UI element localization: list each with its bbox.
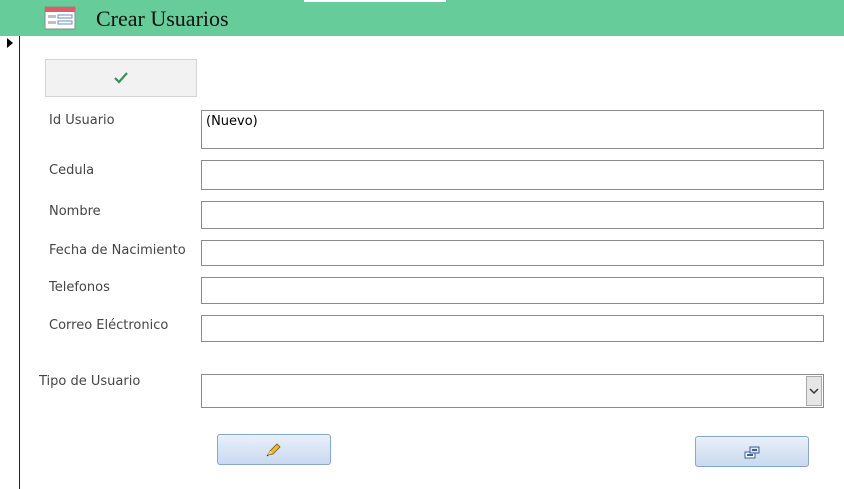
- label-cedula: Cedula: [49, 163, 95, 178]
- save-record-button[interactable]: [695, 436, 809, 467]
- edit-button[interactable]: [217, 434, 331, 465]
- label-nombre: Nombre: [49, 204, 101, 219]
- label-fecha-nacimiento: Fecha de Nacimiento: [49, 243, 186, 258]
- pencil-icon: [266, 442, 281, 456]
- label-telefonos: Telefonos: [49, 280, 110, 295]
- id-usuario-field[interactable]: (Nuevo): [201, 110, 824, 149]
- label-id-usuario: Id Usuario: [49, 113, 115, 128]
- form-title: Crear Usuarios: [96, 6, 229, 31]
- header-tab-highlight: [304, 0, 446, 2]
- form-header: Crear Usuarios: [0, 0, 844, 36]
- label-tipo-usuario: Tipo de Usuario: [39, 374, 141, 389]
- nombre-field[interactable]: [201, 201, 824, 229]
- form-icon: [44, 6, 76, 30]
- record-selector[interactable]: [0, 36, 20, 489]
- check-button[interactable]: [45, 59, 197, 97]
- correo-field[interactable]: [201, 315, 824, 342]
- telefonos-field[interactable]: [201, 277, 824, 304]
- chevron-down-icon: [809, 388, 819, 395]
- tipo-usuario-dropdown-button[interactable]: [806, 376, 822, 406]
- current-record-arrow-icon: [7, 38, 13, 48]
- label-correo: Correo Eléctronico: [49, 318, 169, 333]
- save-record-icon: [744, 446, 760, 458]
- cedula-field[interactable]: [201, 160, 824, 190]
- fecha-nacimiento-field[interactable]: [201, 240, 824, 266]
- check-icon: [114, 72, 128, 84]
- tipo-usuario-combo[interactable]: [201, 374, 824, 408]
